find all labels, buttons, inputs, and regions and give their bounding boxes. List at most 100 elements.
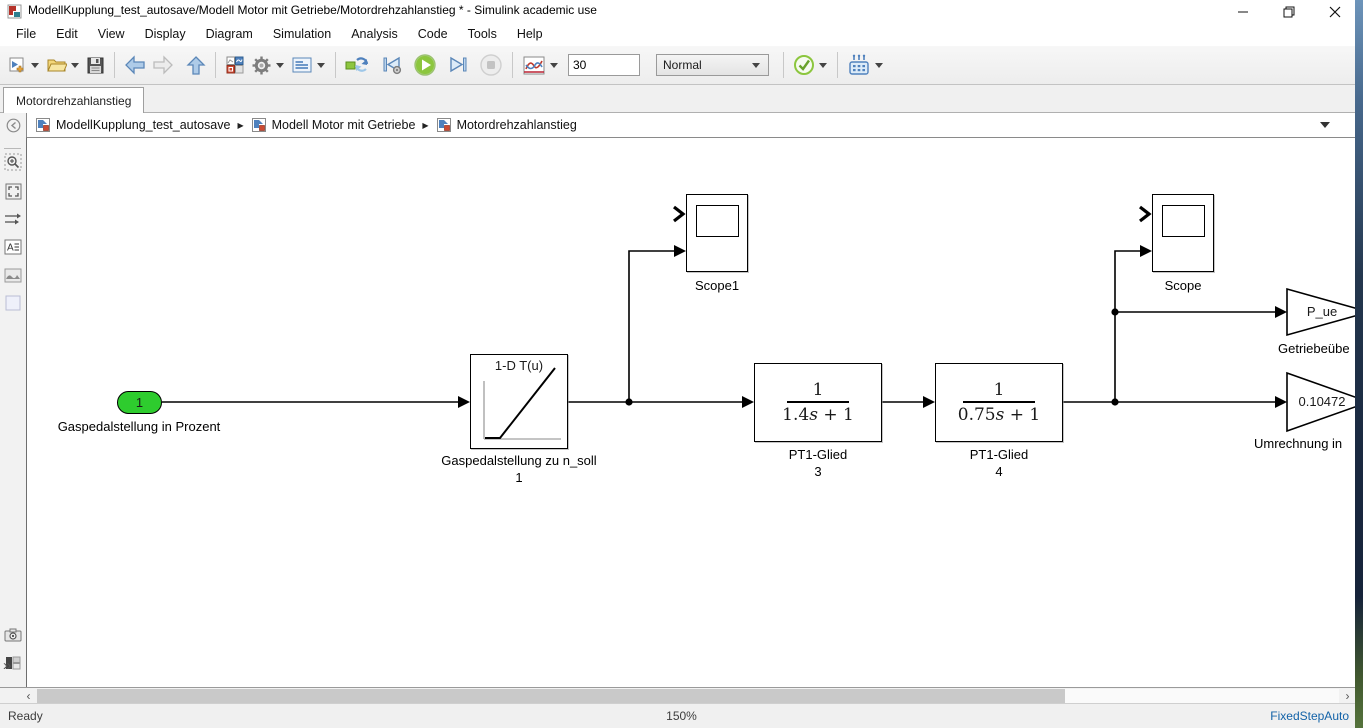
image-button[interactable] [3,265,23,285]
menu-file[interactable]: File [6,24,46,44]
branch-dot [1111,398,1118,405]
menu-simulation[interactable]: Simulation [263,24,341,44]
update-diagram-button[interactable] [342,51,372,79]
build-caret[interactable] [875,63,883,68]
breadcrumb-item-root[interactable]: ModellKupplung_test_autosave [35,117,230,133]
inport-block[interactable]: 1 [117,391,162,414]
menu-code[interactable]: Code [408,24,458,44]
back-button[interactable] [121,51,149,79]
scrollbar-track[interactable] [37,689,1339,703]
area-button[interactable] [3,293,23,313]
settings-caret[interactable] [276,63,284,68]
forward-arrow-icon [152,55,174,75]
step-forward-button[interactable] [444,51,472,79]
breadcrumb-back-button[interactable] [0,113,26,137]
new-model-caret[interactable] [31,63,39,68]
route-signals-button[interactable] [3,209,23,229]
tab-motordrehzahlanstieg[interactable]: Motordrehzahlanstieg [3,87,144,113]
open-caret[interactable] [71,63,79,68]
menu-bar: File Edit View Display Diagram Simulatio… [0,22,1355,46]
tf-denominator: 0.75s + 1 [958,405,1040,425]
image-icon [4,268,22,283]
menu-edit[interactable]: Edit [46,24,88,44]
run-button[interactable] [410,51,440,79]
lookup-curve-icon [471,355,566,447]
simulation-data-inspector-button[interactable] [519,51,549,79]
model-configuration-icon [291,56,313,74]
scrollbar-thumb[interactable] [37,689,1065,703]
tab-label: Motordrehzahlanstieg [16,94,131,108]
stop-button[interactable] [476,51,506,79]
screenshot-button[interactable] [3,625,23,645]
breadcrumb-label: Modell Motor mit Getriebe [272,118,416,132]
menu-diagram[interactable]: Diagram [196,24,263,44]
gear-icon [251,55,272,76]
transfer-fcn-block-pt1-3[interactable]: 1 1.4s + 1 [754,363,882,442]
library-browser-button[interactable] [222,51,248,79]
branch-dot [1111,308,1118,315]
forward-button[interactable] [149,51,177,79]
settings-button[interactable] [248,51,275,79]
diagram-canvas[interactable]: 1 Gaspedalstellung in Prozent 1-D T(u) G… [26,137,1355,687]
menu-help[interactable]: Help [507,24,553,44]
close-button[interactable] [1320,2,1350,21]
zoom-tool-button[interactable] [3,152,23,172]
breadcrumb-dropdown-caret[interactable] [1320,122,1330,128]
build-button[interactable] [844,51,874,79]
build-icon [847,54,871,76]
palette-expand-button[interactable]: » [3,657,11,674]
transfer-fcn-block-pt1-4[interactable]: 1 0.75s + 1 [935,363,1063,442]
arrowhead [458,396,470,408]
open-folder-icon [46,56,67,74]
gain-umrechnung-value[interactable]: 0.10472 [1290,394,1354,409]
model-advisor-button[interactable] [790,51,818,79]
tf-fraction-bar [787,401,849,402]
stop-icon [479,53,503,77]
stop-time-input[interactable] [568,54,640,76]
open-button[interactable] [43,51,70,79]
library-browser-icon [225,55,245,75]
minimize-button[interactable] [1228,2,1258,21]
toolbar-separator [114,52,115,78]
gain-pue-value[interactable]: P_ue [1290,304,1354,319]
update-diagram-icon [345,56,369,74]
save-button[interactable] [83,51,108,79]
simulink-window: ModellKupplung_test_autosave/Modell Moto… [0,0,1363,728]
model-configuration-button[interactable] [288,51,316,79]
status-solver[interactable]: FixedStepAuto [1270,709,1349,723]
svg-text:A: A [7,243,14,254]
scope-block[interactable] [1152,194,1214,272]
arrowhead [923,396,935,408]
scroll-left-button[interactable]: ‹ [21,689,36,703]
simulation-data-inspector-caret[interactable] [550,63,558,68]
model-configuration-caret[interactable] [317,63,325,68]
new-model-button[interactable] [4,51,30,79]
model-icon [436,117,452,133]
menu-display[interactable]: Display [135,24,196,44]
annotation-icon: A [4,239,22,255]
scroll-right-button[interactable]: › [1340,689,1355,703]
toolbar-separator [783,52,784,78]
menu-tools[interactable]: Tools [458,24,507,44]
up-to-parent-button[interactable] [183,51,209,79]
toolbar-separator [837,52,838,78]
breadcrumb-item-current[interactable]: Motordrehzahlanstieg [436,117,577,133]
menu-analysis[interactable]: Analysis [341,24,408,44]
simulation-mode-dropdown[interactable]: Normal [656,54,769,76]
status-zoom-level: 150% [0,709,1363,723]
step-back-button[interactable] [378,51,406,79]
fit-to-view-button[interactable] [3,181,23,201]
scope1-block[interactable] [686,194,748,272]
lookup-table-block[interactable]: 1-D T(u) [470,354,568,449]
step-forward-icon [447,55,469,75]
restore-button[interactable] [1274,2,1304,21]
save-icon [86,56,105,75]
status-bar: Ready 150% FixedStepAuto [0,703,1355,728]
model-advisor-caret[interactable] [819,63,827,68]
breadcrumb-item-subsystem[interactable]: Modell Motor mit Getriebe [251,117,416,133]
transfer-fcn-pt1-3-label: PT1-Glied 3 [768,446,868,480]
arrowhead [1275,396,1287,408]
menu-view[interactable]: View [88,24,135,44]
annotation-button[interactable]: A [3,237,23,257]
tab-bar: Motordrehzahlanstieg [0,85,1355,113]
